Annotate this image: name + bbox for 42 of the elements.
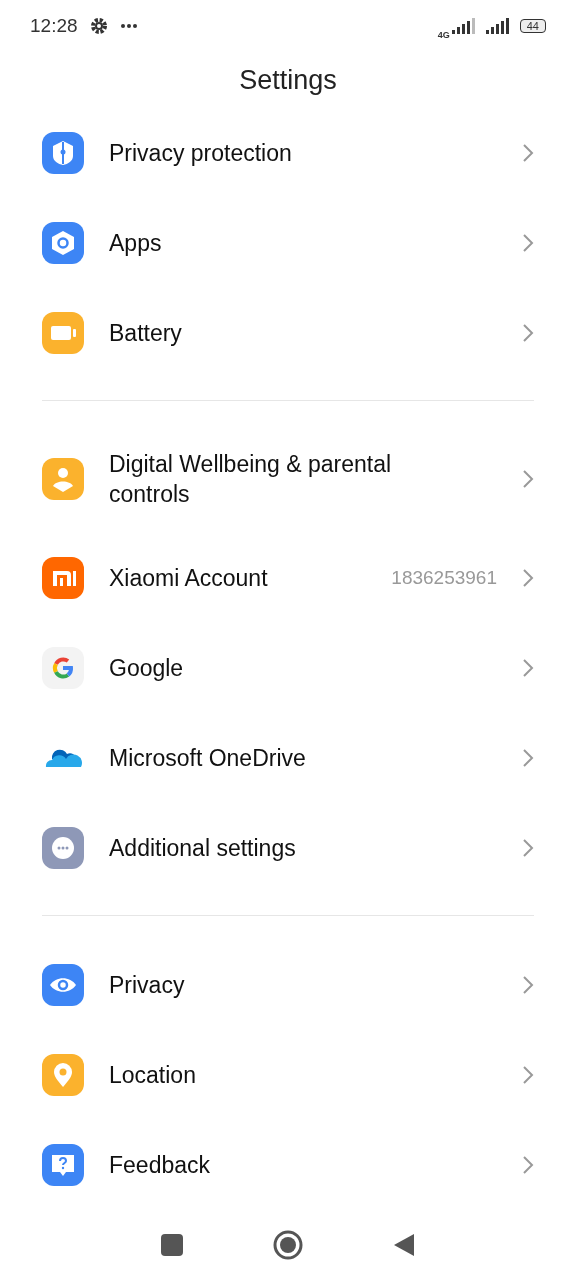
setting-label[interactable]: Google (109, 652, 184, 683)
chevron-icon (522, 323, 534, 343)
setting-value: 1836253961 (391, 566, 497, 589)
setting-label[interactable]: Digital Wellbeing & parental controls (109, 448, 439, 509)
setting-label[interactable]: Microsoft OneDrive (109, 742, 306, 773)
network-type: 4G (437, 30, 450, 41)
logo-icon (42, 556, 84, 599)
setting-label[interactable]: Additional settings (109, 832, 296, 863)
chevron-icon (522, 567, 534, 588)
shield-icon (42, 132, 84, 174)
setting-label[interactable]: Feedback (109, 1149, 210, 1180)
setting-label[interactable]: Location (109, 1059, 196, 1090)
chevron-icon (522, 837, 534, 858)
back-button[interactable] (393, 1232, 415, 1257)
chevron-icon (522, 233, 534, 253)
chevron-icon (522, 747, 534, 768)
home-button[interactable] (273, 1229, 303, 1260)
signal-icon (451, 18, 478, 35)
feedback-bubble-icon (42, 1143, 84, 1186)
setting-label[interactable]: Battery (109, 318, 182, 348)
setting-label[interactable]: Xiaomi Account (109, 562, 268, 593)
chevron-icon (522, 1154, 534, 1175)
location-pin-icon (42, 1053, 84, 1096)
setting-label[interactable]: Privacy protection (109, 138, 292, 168)
setting-label[interactable]: Privacy (109, 969, 185, 1000)
chevron-icon (522, 468, 534, 489)
more-icon (42, 826, 84, 869)
clock: 12:28 (30, 15, 78, 38)
page-title: Settings (238, 63, 338, 97)
google-icon (42, 646, 84, 689)
setting-label[interactable]: Apps (109, 228, 162, 258)
chevron-icon (522, 657, 534, 678)
chevron-icon (522, 974, 534, 995)
eye-icon (42, 963, 84, 1006)
battery-level: 44 (519, 19, 546, 34)
battery-icon (42, 312, 84, 354)
gear-icon (89, 17, 108, 36)
more-icon (119, 23, 138, 30)
recents-button[interactable] (161, 1233, 183, 1256)
chevron-icon (522, 143, 534, 163)
chevron-icon (522, 1064, 534, 1085)
signal-icon (485, 18, 512, 35)
